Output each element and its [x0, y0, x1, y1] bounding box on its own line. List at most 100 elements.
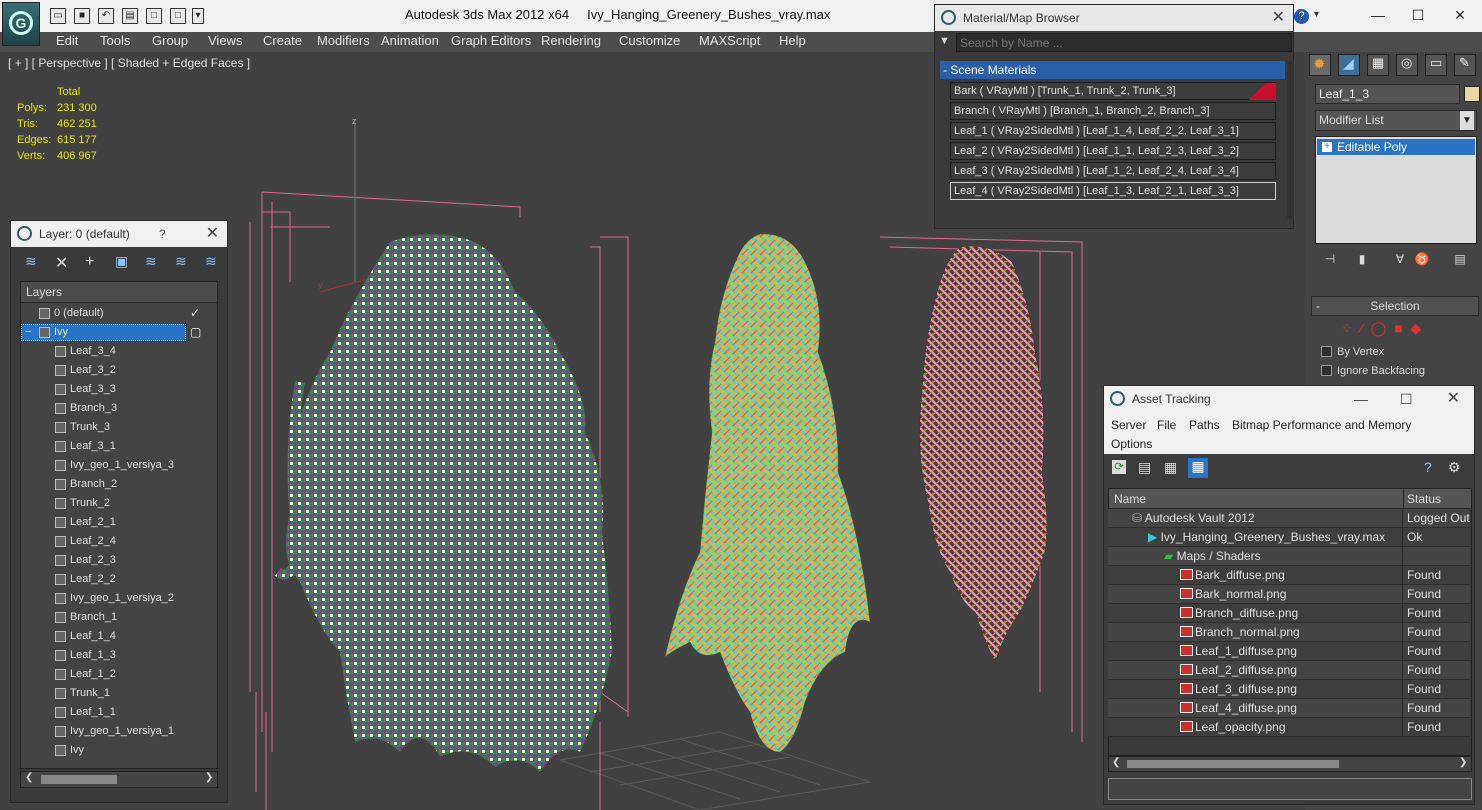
- quick-access-dropdown-icon[interactable]: ▾: [192, 8, 204, 24]
- list-view-icon[interactable]: ▤: [1138, 459, 1151, 476]
- close-button[interactable]: ✕: [1440, 4, 1480, 26]
- layer-name[interactable]: Leaf_1_4: [70, 627, 116, 646]
- layer-name[interactable]: Ivy_geo_1_versiya_1: [70, 722, 174, 741]
- layer-row[interactable]: Leaf_1_4: [21, 627, 217, 646]
- table-view-icon[interactable]: ▦: [1188, 458, 1208, 478]
- hierarchy-tab-icon[interactable]: ▦: [1367, 54, 1389, 76]
- border-icon[interactable]: ◯: [1371, 320, 1387, 336]
- edge-icon[interactable]: ⁄: [1361, 320, 1363, 336]
- set-active-layer-icon[interactable]: ▢: [190, 323, 201, 342]
- layer-name[interactable]: Leaf_1_2: [70, 665, 116, 684]
- element-icon[interactable]: ◆: [1410, 320, 1421, 336]
- application-button[interactable]: G: [2, 2, 40, 46]
- chevron-down-icon[interactable]: ▼: [1460, 111, 1474, 130]
- browser-options-icon[interactable]: ▼: [939, 35, 950, 47]
- layer-name[interactable]: Branch_3: [70, 399, 117, 418]
- layer-name[interactable]: Ivy_geo_1_versiya_3: [70, 456, 174, 475]
- undo-icon[interactable]: ↶: [98, 8, 114, 24]
- checkbox-box[interactable]: [1321, 346, 1332, 357]
- select-objects-icon[interactable]: ▣: [115, 253, 128, 270]
- scroll-thumb[interactable]: [1127, 760, 1339, 768]
- layer-row[interactable]: Leaf_1_3: [21, 646, 217, 665]
- menu-customize[interactable]: Customize: [619, 32, 680, 52]
- open-icon[interactable]: ▭: [50, 8, 66, 24]
- modify-tab-icon[interactable]: ◢: [1338, 54, 1360, 76]
- settings-icon[interactable]: ⚙: [1448, 459, 1461, 476]
- layer-name[interactable]: Ivy: [54, 323, 68, 342]
- layer-row[interactable]: Trunk_1: [21, 684, 217, 703]
- stack-item-editable-poly[interactable]: + Editable Poly: [1317, 139, 1475, 155]
- material-row[interactable]: Leaf_3 ( VRay2SidedMtl ) [Leaf_1_2, Leaf…: [950, 162, 1276, 180]
- asset-tracking-titlebar[interactable]: Asset Tracking — ☐ ✕: [1104, 386, 1474, 412]
- ivy-bush-middle[interactable]: [664, 233, 871, 753]
- layer-horizontal-scrollbar[interactable]: ❮ ❯: [20, 771, 218, 788]
- delete-layer-icon[interactable]: ✕: [55, 253, 68, 273]
- ivy-bush-left[interactable]: [285, 233, 613, 773]
- layer-row[interactable]: Leaf_2_2: [21, 570, 217, 589]
- pin-stack-icon[interactable]: ⊣: [1321, 252, 1339, 268]
- menu-server[interactable]: Server: [1111, 418, 1146, 432]
- layer-row[interactable]: Leaf_3_1: [21, 437, 217, 456]
- new-layer-icon[interactable]: ≋: [25, 253, 37, 270]
- maximize-button[interactable]: ☐: [1398, 4, 1438, 26]
- menu-maxscript[interactable]: MAXScript: [699, 32, 760, 52]
- menu-views[interactable]: Views: [208, 32, 242, 52]
- layer-row[interactable]: Trunk_3: [21, 418, 217, 437]
- layer-row[interactable]: Leaf_3_4: [21, 342, 217, 361]
- layer-row[interactable]: Leaf_1_2: [21, 665, 217, 684]
- show-end-result-icon[interactable]: ▮: [1353, 252, 1371, 268]
- menu-create[interactable]: Create: [263, 32, 302, 52]
- material-row[interactable]: Leaf_4 ( VRay2SidedMtl ) [Leaf_1_3, Leaf…: [950, 182, 1276, 200]
- polygon-icon[interactable]: ■: [1394, 320, 1402, 336]
- help-icon[interactable]: ?: [1424, 459, 1432, 475]
- utilities-tab-icon[interactable]: ✎: [1454, 54, 1476, 76]
- asset-row[interactable]: Branch_diffuse.png Found: [1108, 604, 1470, 623]
- tree-view-icon[interactable]: ▦: [1164, 459, 1177, 476]
- material-browser-titlebar[interactable]: Material/Map Browser ✕: [935, 5, 1293, 31]
- material-scrollbar[interactable]: [1287, 61, 1294, 219]
- layer-row[interactable]: 0 (default) ✓: [21, 304, 217, 323]
- column-name[interactable]: Name: [1114, 492, 1146, 506]
- scroll-left-icon[interactable]: ❮: [25, 772, 33, 783]
- asset-row[interactable]: Leaf_3_diffuse.png Found: [1108, 680, 1470, 699]
- object-name-field[interactable]: [1315, 84, 1460, 104]
- layer-row[interactable]: Ivy_geo_1_versiya_1: [21, 722, 217, 741]
- layer-name[interactable]: Leaf_2_3: [70, 551, 116, 570]
- by-vertex-checkbox[interactable]: By Vertex: [1321, 346, 1384, 358]
- layer-name[interactable]: Leaf_2_2: [70, 570, 116, 589]
- layer-row[interactable]: Branch_1: [21, 608, 217, 627]
- layer-row[interactable]: Branch_3: [21, 399, 217, 418]
- hide-unhide-all-icon[interactable]: ≋: [205, 253, 217, 270]
- layer-name[interactable]: Trunk_3: [70, 418, 110, 437]
- menu-paths[interactable]: Paths: [1189, 418, 1220, 432]
- material-search-input[interactable]: [956, 33, 1292, 52]
- remove-modifier-icon[interactable]: ♉: [1413, 252, 1431, 268]
- motion-tab-icon[interactable]: ◎: [1396, 54, 1418, 76]
- active-layer-checkmark-icon[interactable]: ✓: [190, 304, 200, 323]
- project-icon[interactable]: □: [170, 8, 186, 24]
- asset-row[interactable]: Bark_normal.png Found: [1108, 585, 1470, 604]
- add-to-layer-icon[interactable]: +: [85, 253, 94, 271]
- refresh-icon[interactable]: ⟳: [1112, 460, 1126, 474]
- menu-group[interactable]: Group: [152, 32, 188, 52]
- layer-row[interactable]: Leaf_3_2: [21, 361, 217, 380]
- menu-tools[interactable]: Tools: [100, 32, 130, 52]
- layer-name[interactable]: Leaf_2_1: [70, 513, 116, 532]
- asset-row[interactable]: Branch_normal.png Found: [1108, 623, 1470, 642]
- layer-dialog-titlebar[interactable]: Layer: 0 (default) ? ✕: [11, 221, 227, 247]
- object-color-swatch[interactable]: [1464, 86, 1480, 102]
- scroll-left-icon[interactable]: ❮: [1112, 757, 1120, 768]
- close-icon[interactable]: ✕: [206, 221, 219, 247]
- hold-icon[interactable]: ▤: [122, 8, 138, 24]
- layer-name[interactable]: Leaf_1_3: [70, 646, 116, 665]
- asset-row[interactable]: Leaf_opacity.png Found: [1108, 718, 1470, 737]
- layer-name[interactable]: Leaf_3_1: [70, 437, 116, 456]
- menu-rendering[interactable]: Rendering: [541, 32, 601, 52]
- minimize-button[interactable]: —: [1358, 4, 1398, 26]
- create-tab-icon[interactable]: ✹: [1309, 54, 1331, 76]
- layer-name[interactable]: Trunk_1: [70, 684, 110, 703]
- layer-name[interactable]: Ivy_geo_1_versiya_2: [70, 589, 174, 608]
- asset-row[interactable]: ▰ Maps / Shaders: [1108, 547, 1470, 566]
- modifier-list-dropdown[interactable]: Modifier List ▼: [1315, 110, 1477, 131]
- close-icon[interactable]: ✕: [1447, 386, 1460, 412]
